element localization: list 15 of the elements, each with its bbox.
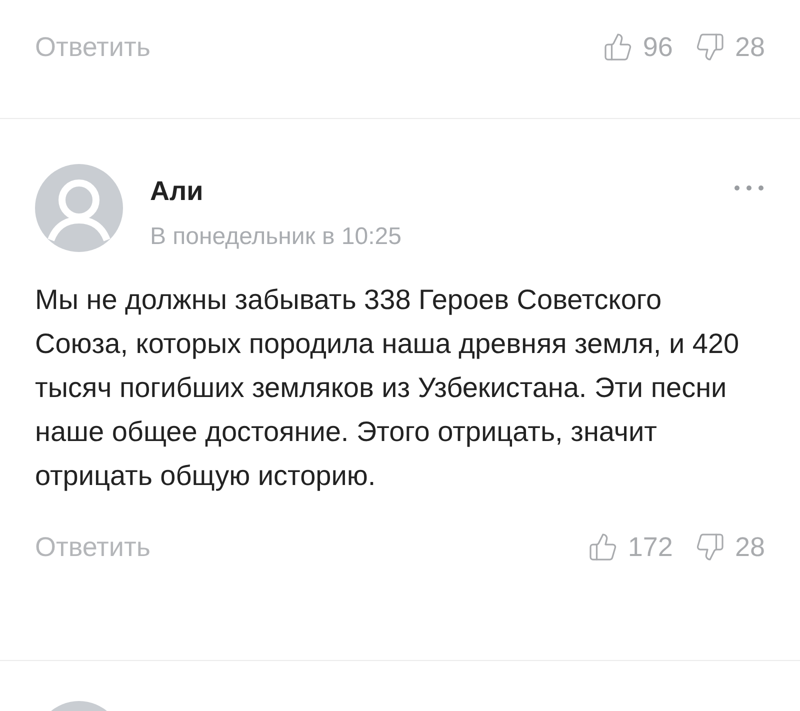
comment-text: Мы не должны забывать 338 Героев Советского Союза, которых породила наша древняя земля, и 420 тысяч погибших земляков из Узбекистана. Эти песни наше общее достояние. Этого отрицать, значит отрицать общую историю. <box>34 283 740 493</box>
dislike-button[interactable]: 28 <box>694 32 765 62</box>
reply-button[interactable]: Ответить <box>35 534 150 560</box>
more-options-icon[interactable] <box>733 184 765 192</box>
like-button[interactable]: 172 <box>588 532 673 562</box>
author-name[interactable]: Али <box>150 178 733 205</box>
thumbs-down-icon <box>694 532 725 562</box>
thumbs-up-icon <box>602 32 633 62</box>
thumbs-up-icon <box>588 532 618 562</box>
thumbs-down-icon <box>694 32 725 62</box>
dislike-button[interactable]: 28 <box>694 532 765 562</box>
like-button[interactable]: 96 <box>602 32 673 62</box>
reply-button[interactable]: Ответить <box>35 34 150 60</box>
comment-time: В понедельник в 10:25 <box>150 225 402 249</box>
avatar-icon <box>35 164 123 252</box>
